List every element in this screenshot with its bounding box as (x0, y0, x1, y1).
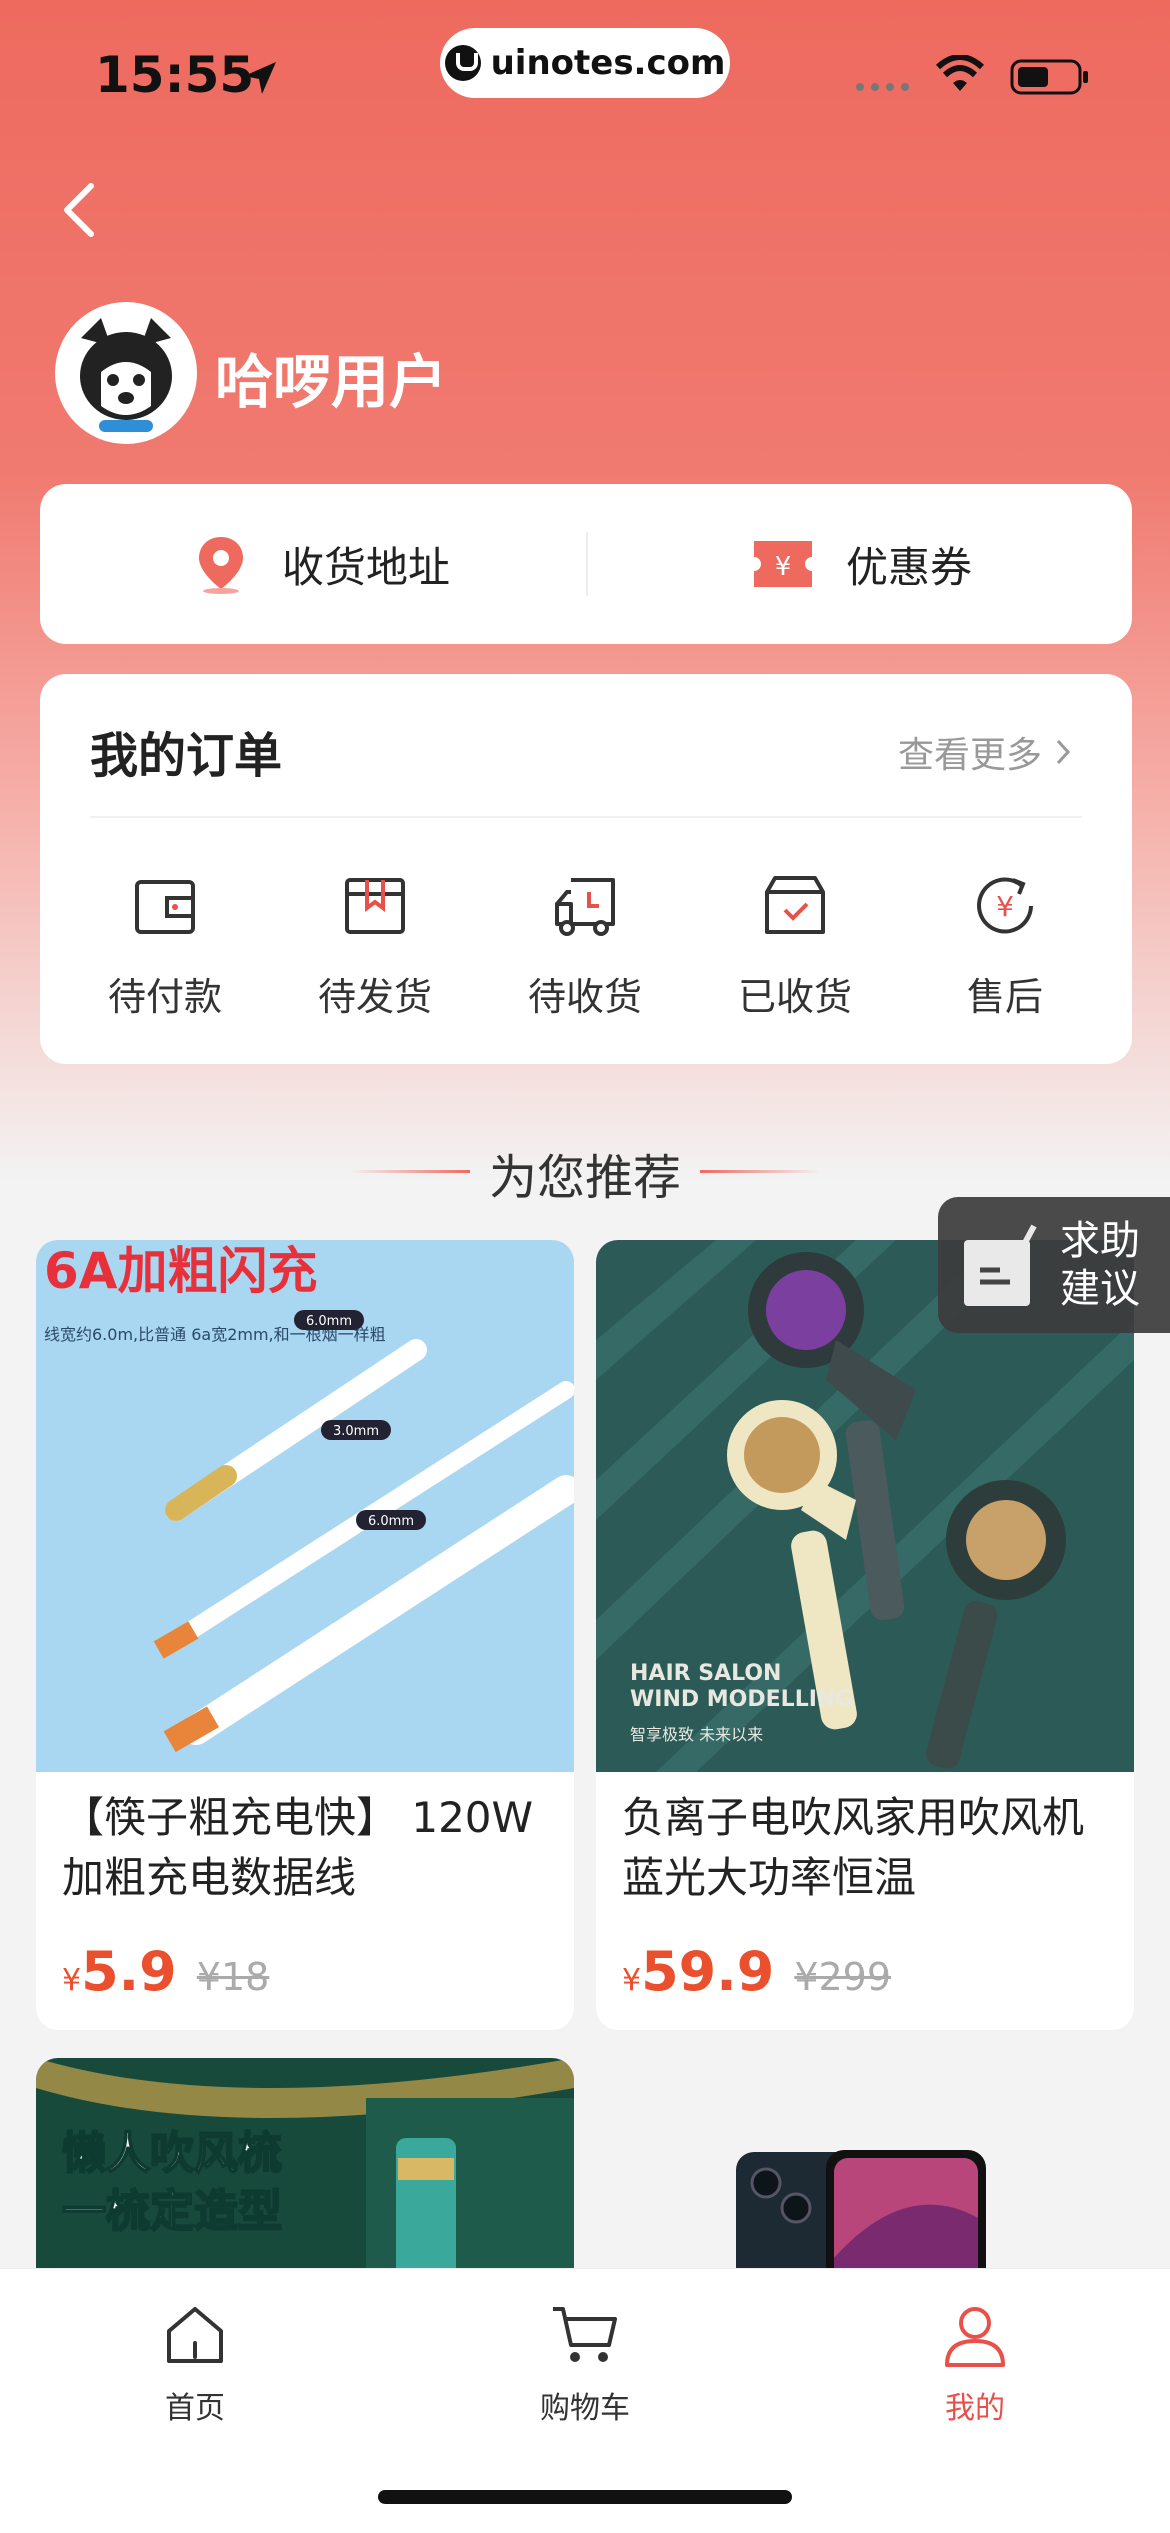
product-name: 【筷子粗充电快】 120W加粗充电数据线 (62, 1793, 534, 1902)
refund-icon: ¥ (977, 877, 1033, 934)
image-line: 一梳定造型 (62, 2186, 282, 2237)
coupon-icon: ¥ (754, 541, 812, 587)
divider (586, 532, 588, 596)
svg-text:¥: ¥ (996, 890, 1014, 923)
product-image: 懒人吹风梳 一梳定造型 (36, 2058, 574, 2298)
image-line: 懒人吹风梳 (62, 2128, 282, 2179)
truck-icon (555, 878, 615, 936)
site-logo-icon (444, 45, 481, 81)
view-more-label: 查看更多 (897, 735, 1042, 776)
orders-title: 我的订单 (90, 728, 283, 784)
image-headline: 6A加粗闪充 (44, 1242, 318, 1300)
order-item-label: 已收货 (737, 975, 852, 1019)
view-more-link[interactable]: 查看更多 (898, 726, 1074, 778)
image-line: WIND MODELLING (630, 1687, 853, 1712)
shipping-address-label: 收货地址 (282, 542, 451, 592)
username: 哈啰用户 (215, 348, 448, 416)
order-received[interactable]: 已收货 (695, 870, 895, 1021)
current-price: 59.9 (641, 1940, 775, 2003)
product-card[interactable]: 6A加粗闪充 线宽约6.0m,比普通 6a宽2mm,和一根烟一样粗 6.0mm … (36, 1240, 574, 2030)
currency-symbol: ¥ (62, 1963, 82, 1998)
husky-avatar-icon (59, 306, 193, 440)
image-line: 智享极致 未来以来 (630, 1725, 763, 1744)
tab-label: 购物车 (540, 2391, 630, 2426)
original-price: ¥299 (794, 1955, 892, 1999)
current-price: 5.9 (81, 1940, 177, 2003)
tab-cart[interactable]: 购物车 (485, 2299, 685, 2427)
currency-symbol: ¥ (622, 1963, 642, 1998)
location-arrow-icon (244, 62, 276, 94)
order-pending-receipt[interactable]: 待收货 (485, 870, 685, 1021)
label-width: 6.0mm (368, 1514, 414, 1529)
wifi-icon (935, 55, 985, 91)
chevron-right-icon (1056, 739, 1071, 765)
battery-icon (1010, 59, 1088, 95)
coupon-link[interactable]: ¥ 优惠券 (750, 484, 972, 644)
product-card[interactable] (596, 2058, 1134, 2298)
tab-home[interactable]: 首页 (95, 2299, 295, 2427)
tab-mine[interactable]: 我的 (875, 2299, 1075, 2427)
image-line: HAIR SALON (630, 1661, 781, 1686)
help-feedback-label: 求助 建议 (1060, 1218, 1140, 1312)
original-price: ¥18 (196, 1955, 270, 1999)
divider (90, 816, 1082, 818)
product-card[interactable]: 懒人吹风梳 一梳定造型 (36, 2058, 574, 2298)
url-text: uinotes.com (490, 43, 726, 83)
order-item-label: 待收货 (527, 975, 642, 1019)
cart-icon (553, 2307, 617, 2362)
help-feedback-button[interactable]: 求助 建议 (938, 1197, 1170, 1333)
user-icon (945, 2307, 1005, 2367)
coupon-label: 优惠券 (846, 542, 973, 592)
product-card[interactable]: HAIR SALON WIND MODELLING 智享极致 未来以来 负离子电… (596, 1240, 1134, 2030)
product-image (596, 2058, 1134, 2298)
product-price: ¥ 59.9 ¥299 (622, 1940, 891, 2003)
box-icon (345, 878, 405, 934)
product-image: 6A加粗闪充 线宽约6.0m,比普通 6a宽2mm,和一根烟一样粗 6.0mm … (36, 1240, 574, 1772)
orders-card: 我的订单 查看更多 待付款 待发货 待收货 已收货 ¥ 售后 (40, 674, 1132, 1064)
home-icon (167, 2307, 223, 2363)
tab-label: 我的 (945, 2391, 1005, 2426)
status-bar: 15:55 uinotes.com (0, 0, 1170, 130)
svg-text:¥: ¥ (775, 552, 792, 582)
product-name: 负离子电吹风家用吹风机蓝光大功率恒温 (622, 1793, 1085, 1902)
url-pill[interactable]: uinotes.com (440, 28, 730, 98)
shipping-address-link[interactable]: 收货地址 (190, 484, 450, 644)
feedback-pen-icon (964, 1224, 1037, 1306)
signal-icon (856, 83, 909, 91)
status-time: 15:55 (95, 46, 255, 104)
tab-label: 首页 (165, 2391, 225, 2426)
order-pending-shipment[interactable]: 待发货 (275, 870, 475, 1021)
order-pending-payment[interactable]: 待付款 (65, 870, 265, 1021)
wallet-icon (135, 880, 195, 934)
home-indicator (378, 2490, 792, 2504)
back-button[interactable] (55, 180, 105, 240)
label-width: 3.0mm (333, 1424, 379, 1439)
divider (700, 1170, 820, 1173)
avatar[interactable] (55, 302, 197, 444)
order-item-label: 待付款 (107, 975, 222, 1019)
label-width: 6.0mm (306, 1314, 352, 1329)
order-item-label: 待发货 (317, 975, 432, 1019)
received-box-icon (765, 876, 825, 934)
order-after-sales[interactable]: ¥ 售后 (905, 870, 1105, 1021)
product-price: ¥ 5.9 ¥18 (62, 1940, 269, 2003)
order-item-label: 售后 (966, 975, 1043, 1019)
quick-links-card: 收货地址 ¥ 优惠券 (40, 484, 1132, 644)
location-pin-icon (199, 537, 243, 594)
